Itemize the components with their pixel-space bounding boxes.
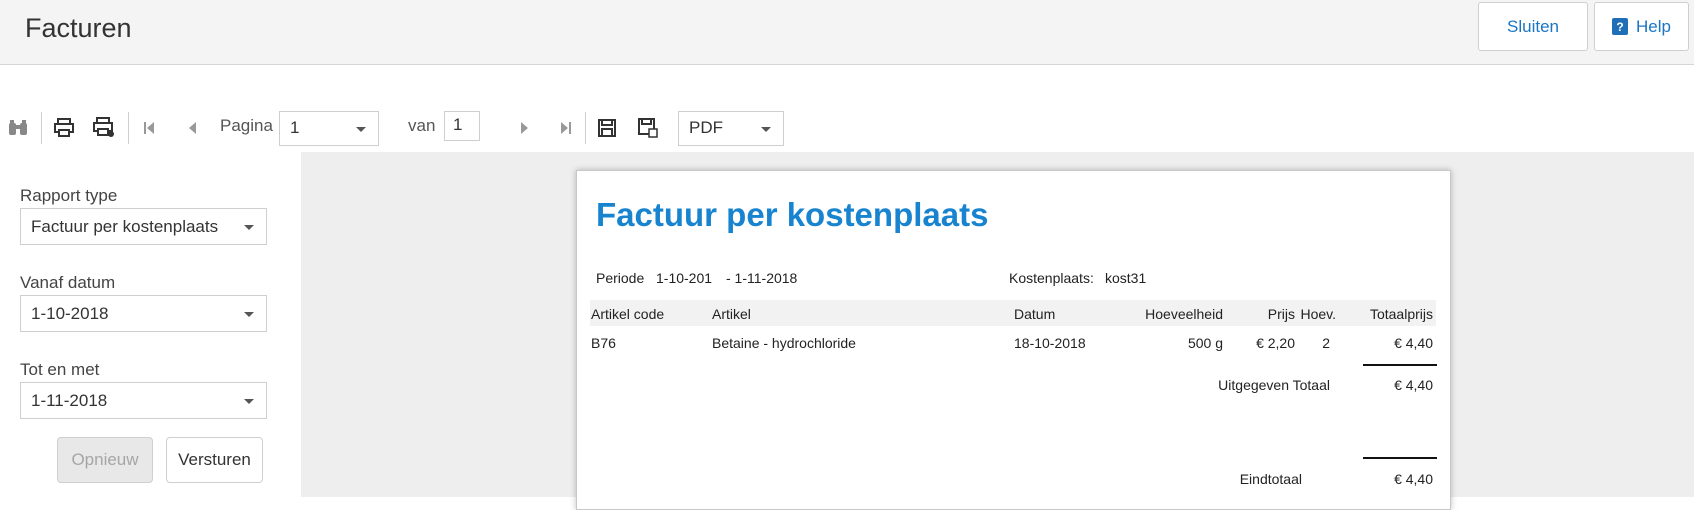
- close-button-label: Sluiten: [1507, 16, 1559, 36]
- last-page-icon[interactable]: [554, 116, 578, 140]
- page-label: Pagina: [220, 116, 273, 135]
- column-header: Totaalprijs: [1369, 306, 1433, 322]
- cell-quantity: 500 g: [1187, 335, 1223, 351]
- cell-price: € 2,20: [1256, 335, 1295, 351]
- previous-page-icon[interactable]: [180, 116, 204, 140]
- page-select[interactable]: 1: [279, 111, 379, 146]
- grandtotal-value: € 4,40: [1394, 471, 1433, 487]
- toolbar-separator: [585, 112, 586, 144]
- report-page: Factuur per kostenplaats Periode 1-10-20…: [576, 170, 1451, 510]
- costcenter-value: kost31: [1105, 270, 1147, 286]
- chevron-down-icon: [761, 127, 771, 132]
- from-date-select[interactable]: 1-10-2018: [20, 295, 267, 332]
- column-header: Hoev.: [1300, 306, 1336, 322]
- app-header: Facturen Sluiten ? Help: [0, 0, 1694, 65]
- subtotal-value: € 4,40: [1394, 377, 1433, 393]
- column-header: Artikel: [712, 306, 751, 322]
- report-type-select[interactable]: Factuur per kostenplaats: [20, 208, 267, 245]
- chevron-down-icon: [356, 127, 366, 132]
- period-from: 1-10-201: [656, 270, 713, 286]
- send-button[interactable]: Versturen: [166, 437, 263, 483]
- total-pages-field: 1: [444, 111, 480, 141]
- toolbar-separator: [128, 112, 129, 144]
- binoculars-icon[interactable]: [6, 116, 30, 140]
- cell-article: Betaine - hydrochloride: [712, 335, 856, 351]
- to-date-select[interactable]: 1-11-2018: [20, 382, 267, 419]
- report-toolbar: Pagina 1 van 1 PDF: [0, 108, 1694, 148]
- page-title: Facturen: [25, 13, 132, 43]
- close-button[interactable]: Sluiten: [1478, 2, 1588, 51]
- subtotal-label: Uitgegeven Totaal: [1218, 377, 1330, 393]
- grandtotal-rule: [1363, 457, 1437, 459]
- to-date-value: 1-11-2018: [31, 391, 108, 410]
- renew-button[interactable]: Opnieuw: [57, 437, 153, 483]
- chevron-down-icon: [244, 225, 254, 230]
- chevron-down-icon: [244, 399, 254, 404]
- costcenter-label: Kostenplaats:: [1009, 270, 1094, 286]
- cell-total: € 4,40: [1394, 335, 1433, 351]
- period-to: - 1-11-2018: [726, 270, 798, 286]
- export-format-select[interactable]: PDF: [678, 111, 784, 146]
- subtotal-rule: [1363, 364, 1437, 366]
- column-header: Prijs: [1267, 306, 1295, 322]
- report-title: Factuur per kostenplaats: [596, 196, 989, 233]
- print-preview-icon[interactable]: [92, 116, 116, 140]
- first-page-icon[interactable]: [137, 116, 161, 140]
- help-button[interactable]: ? Help: [1594, 2, 1689, 51]
- column-header: Hoeveelheid: [1145, 306, 1223, 322]
- of-label: van: [408, 116, 436, 135]
- save-as-icon[interactable]: [636, 116, 660, 140]
- toolbar-separator: [41, 112, 42, 144]
- cell-date: 18-10-2018: [1014, 335, 1086, 351]
- column-header: Datum: [1014, 306, 1056, 322]
- print-icon[interactable]: [52, 116, 76, 140]
- column-header: Artikel code: [591, 306, 665, 322]
- page-select-value: 1: [290, 118, 300, 137]
- export-format-value: PDF: [689, 118, 723, 137]
- period-label: Periode: [596, 270, 645, 286]
- chevron-down-icon: [244, 312, 254, 317]
- from-date-label: Vanaf datum: [20, 273, 116, 292]
- grandtotal-label: Eindtotaal: [1239, 471, 1302, 487]
- cell-count: 2: [1322, 335, 1330, 351]
- next-page-icon[interactable]: [513, 116, 537, 140]
- cell-code: B76: [591, 335, 616, 351]
- from-date-value: 1-10-2018: [31, 304, 109, 323]
- save-icon[interactable]: [595, 116, 619, 140]
- to-date-label: Tot en met: [20, 360, 100, 379]
- report-type-value: Factuur per kostenplaats: [31, 217, 219, 236]
- help-button-label: Help: [1636, 16, 1671, 36]
- report-type-label: Rapport type: [20, 186, 118, 205]
- help-icon: ?: [1612, 18, 1629, 35]
